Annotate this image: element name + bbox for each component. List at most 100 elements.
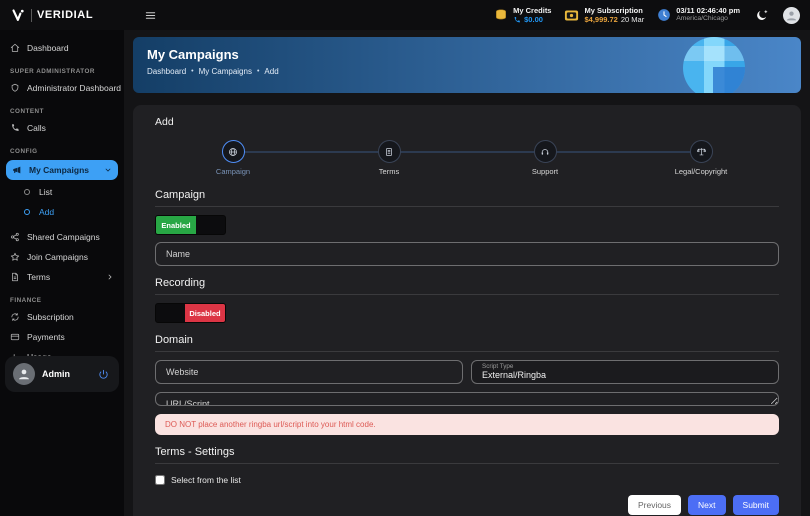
- scales-icon: [696, 146, 707, 157]
- campaign-enabled-toggle[interactable]: Enabled: [155, 215, 226, 235]
- sidebar-section-super-admin: SUPER ADMINISTRATOR: [10, 68, 95, 75]
- timezone-text: America/Chicago: [676, 15, 728, 23]
- wizard-stepper: Campaign Terms Support Legal/Copyright: [155, 140, 779, 176]
- sidebar-item-add[interactable]: Add: [0, 202, 124, 222]
- toggle-off-segment: [196, 216, 225, 234]
- submit-button[interactable]: Submit: [732, 495, 779, 515]
- subscription-label: My Subscription: [584, 5, 643, 15]
- breadcrumb-separator: •: [256, 68, 260, 75]
- sidebar-section-finance: FINANCE: [10, 297, 42, 304]
- bullet-icon: [24, 189, 30, 195]
- home-icon: [10, 43, 20, 53]
- campaign-name-input[interactable]: [155, 242, 779, 266]
- coins-icon: [494, 8, 508, 22]
- chevron-down-icon: [104, 166, 112, 174]
- step-label: Terms: [378, 167, 400, 176]
- subscription-date: 20 Mar: [620, 15, 645, 24]
- credits-value: $0.00: [524, 15, 543, 24]
- sidebar-label: Administrator Dashboard: [27, 83, 122, 93]
- veridial-logo-icon: [11, 8, 26, 23]
- sidebar-section-config: CONFIG: [10, 148, 38, 155]
- phone-mini-icon: [513, 16, 521, 24]
- sidebar-label: Join Campaigns: [27, 252, 88, 262]
- sidebar-label: Add: [39, 207, 55, 217]
- step-label: Campaign: [215, 167, 251, 176]
- step-legal-copyright[interactable]: Legal/Copyright: [623, 140, 779, 176]
- phone-icon: [10, 123, 20, 133]
- sidebar-section-content: CONTENT: [10, 108, 44, 115]
- sidebar-item-terms[interactable]: Terms: [0, 267, 124, 287]
- dark-mode-toggle-moon-icon[interactable]: [753, 7, 770, 24]
- toggle-on-segment: [156, 304, 185, 322]
- sidebar-label: Calls: [27, 123, 46, 133]
- breadcrumb-dashboard[interactable]: Dashboard: [147, 67, 186, 76]
- sidebar-label: Shared Campaigns: [27, 232, 100, 242]
- admin-profile-card[interactable]: Admin: [5, 356, 119, 392]
- sidebar-item-administrator-dashboard[interactable]: Administrator Dashboard: [0, 78, 124, 98]
- sidebar-item-list[interactable]: List: [0, 182, 124, 202]
- my-credits[interactable]: My Credits $0.00: [494, 6, 551, 25]
- breadcrumb-my-campaigns[interactable]: My Campaigns: [199, 67, 252, 76]
- sidebar-label: Payments: [27, 332, 65, 342]
- sidebar-item-my-campaigns[interactable]: My Campaigns: [6, 160, 118, 180]
- breadcrumb-separator: •: [191, 68, 194, 75]
- sidebar-label: Terms: [27, 272, 51, 282]
- wizard-footer: Previous Next Submit: [155, 485, 779, 516]
- divider: [155, 351, 779, 352]
- document-icon: [384, 147, 394, 157]
- cash-icon: [564, 9, 579, 22]
- shield-icon: [10, 83, 20, 93]
- logout-power-icon[interactable]: [96, 367, 111, 382]
- section-heading-campaign: Campaign: [155, 189, 206, 201]
- script-type-select[interactable]: Script Type External/Ringba: [471, 360, 779, 384]
- step-terms[interactable]: Terms: [311, 140, 467, 176]
- sidebar-item-calls[interactable]: Calls: [0, 118, 124, 138]
- hamburger-menu-icon[interactable]: [143, 8, 158, 23]
- sidebar-label: Dashboard: [27, 43, 69, 53]
- toggle-off-label: Disabled: [184, 304, 225, 322]
- url-script-textarea[interactable]: [155, 392, 779, 406]
- chevron-right-icon: [106, 273, 114, 281]
- datetime-text: 03/11 02:46:40 pm: [676, 6, 740, 16]
- globe-illustration: [683, 37, 745, 93]
- select-from-list-label: Select from the list: [171, 475, 241, 485]
- sidebar-item-subscription[interactable]: Subscription: [0, 307, 124, 327]
- sidebar-item-shared-campaigns[interactable]: Shared Campaigns: [0, 227, 124, 247]
- breadcrumb-add-current: Add: [264, 67, 279, 76]
- admin-name: Admin: [42, 369, 70, 379]
- headset-icon: [540, 147, 550, 157]
- ringba-warning-banner: DO NOT place another ringba url/script i…: [155, 414, 779, 435]
- sync-icon: [10, 312, 20, 322]
- sidebar-item-join-campaigns[interactable]: Join Campaigns: [0, 247, 124, 267]
- website-input[interactable]: [155, 360, 463, 384]
- topbar-right-cluster: My Credits $0.00 My Subscription $4,999.…: [494, 6, 800, 25]
- admin-avatar: [13, 363, 35, 385]
- brand-name: VERIDIAL: [37, 9, 94, 21]
- my-subscription[interactable]: My Subscription $4,999.72 20 Mar: [564, 6, 644, 25]
- brand-divider: [31, 8, 32, 22]
- topbar-main: My Credits $0.00 My Subscription $4,999.…: [135, 6, 810, 25]
- select-from-list-checkbox[interactable]: [155, 475, 165, 485]
- add-campaign-card: Add Campaign Terms Support Legal/Copyrig…: [133, 105, 801, 516]
- section-heading-recording: Recording: [155, 277, 206, 289]
- previous-button[interactable]: Previous: [627, 495, 682, 515]
- sidebar-label: List: [39, 187, 53, 197]
- step-support[interactable]: Support: [467, 140, 623, 176]
- globe-icon: [228, 147, 238, 157]
- recording-disabled-toggle[interactable]: Disabled: [155, 303, 226, 323]
- clock-datetime: 03/11 02:46:40 pm America/Chicago: [657, 6, 740, 24]
- divider: [155, 463, 779, 464]
- main-content: My Campaigns Dashboard • My Campaigns • …: [124, 30, 810, 516]
- step-campaign[interactable]: Campaign: [155, 140, 311, 176]
- user-avatar[interactable]: [783, 6, 800, 24]
- megaphone-icon: [12, 165, 22, 175]
- brand-logo[interactable]: VERIDIAL: [0, 8, 135, 23]
- divider: [155, 294, 779, 295]
- file-text-icon: [10, 272, 20, 282]
- sidebar-item-payments[interactable]: Payments: [0, 327, 124, 347]
- section-heading-terms-settings: Terms - Settings: [155, 446, 235, 458]
- sidebar-label: My Campaigns: [29, 165, 89, 175]
- sidebar-item-dashboard[interactable]: Dashboard: [0, 38, 124, 58]
- sidebar-label: Subscription: [27, 312, 74, 322]
- next-button[interactable]: Next: [688, 495, 726, 515]
